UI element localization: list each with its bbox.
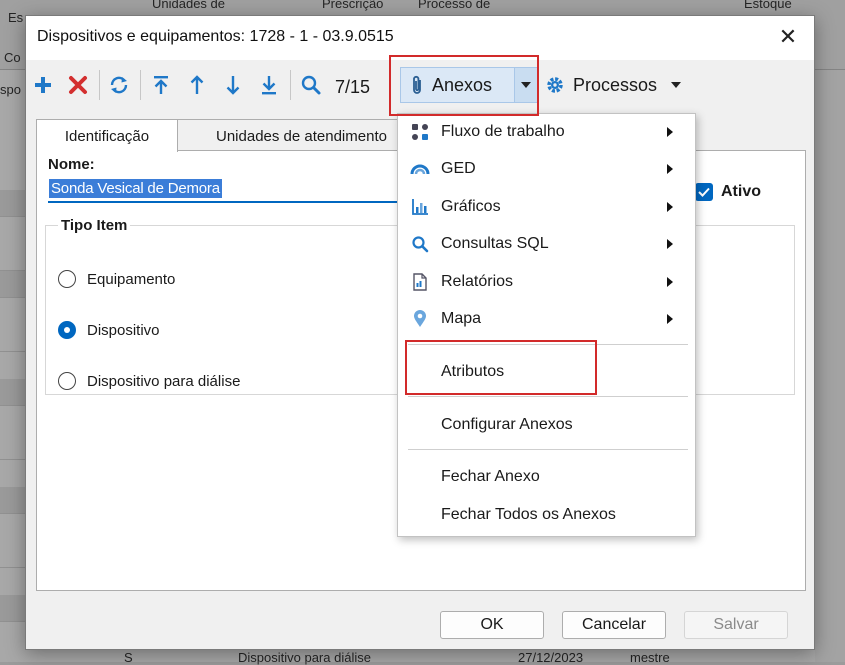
anexos-menu: Fluxo de trabalho GED Gráficos Consultas… <box>397 113 696 537</box>
toolbar: 7/15 Anexos Processos <box>26 64 814 108</box>
menu-item-atributos[interactable]: Atributos <box>398 354 695 390</box>
menu-separator <box>408 449 688 450</box>
checkmark-icon <box>698 187 710 197</box>
radio-dispositivo-para-dialise[interactable]: Dispositivo para diálise <box>58 370 240 392</box>
anexos-dropdown-toggle[interactable] <box>514 68 537 102</box>
close-button[interactable]: ✕ <box>776 25 800 49</box>
radio-dispositivo[interactable]: Dispositivo <box>58 319 160 341</box>
caret-down-icon <box>521 82 531 88</box>
menu-item-label: Relatórios <box>441 273 514 290</box>
menu-item-fechar-todos-os-anexos[interactable]: Fechar Todos os Anexos <box>398 497 695 533</box>
report-icon <box>410 272 430 292</box>
toolbar-separator <box>290 70 291 100</box>
search-button[interactable] <box>296 70 326 100</box>
menu-separator <box>408 344 688 345</box>
plus-icon <box>35 77 51 93</box>
menu-item-label: Mapa <box>441 310 482 327</box>
workflow-icon <box>410 122 430 142</box>
arrow-down-icon <box>226 76 240 95</box>
menu-separator <box>408 396 688 397</box>
menu-item-label: Fechar Anexo <box>441 468 540 485</box>
nome-label: Nome: <box>48 156 95 173</box>
previous-record-button[interactable] <box>182 70 212 100</box>
radio-equipamento[interactable]: Equipamento <box>58 268 175 290</box>
next-record-button[interactable] <box>218 70 248 100</box>
cancel-button[interactable]: Cancelar <box>562 611 666 639</box>
anexos-split-button: Anexos <box>400 67 538 103</box>
menu-item-label: GED <box>441 160 476 177</box>
radio-label: Equipamento <box>87 270 176 288</box>
toolbar-separator <box>140 70 141 100</box>
refresh-icon <box>110 76 128 94</box>
menu-item-relatorios[interactable]: Relatórios <box>398 264 695 300</box>
caret-down-icon <box>671 82 682 88</box>
processos-label: Processos <box>573 74 658 95</box>
tipo-item-title: Tipo Item <box>58 217 131 234</box>
menu-item-consultas-sql[interactable]: Consultas SQL <box>398 226 695 262</box>
search-icon <box>301 75 321 95</box>
submenu-arrow-icon <box>667 127 681 137</box>
delete-x-icon <box>69 76 87 94</box>
menu-item-mapa[interactable]: Mapa <box>398 301 695 337</box>
anexos-label: Anexos <box>432 74 493 95</box>
ativo-label: Ativo <box>721 183 761 200</box>
ok-button[interactable]: OK <box>440 611 544 639</box>
arrow-up-icon <box>190 75 204 94</box>
ativo-checkbox[interactable] <box>695 183 713 201</box>
nome-value[interactable]: Sonda Vesical de Demora <box>49 179 222 198</box>
map-pin-icon <box>410 309 430 329</box>
radio-label: Dispositivo para diálise <box>87 372 241 390</box>
menu-item-label: Configurar Anexos <box>441 416 573 433</box>
dialog-titlebar: Dispositivos e equipamentos: 1728 - 1 - … <box>26 16 814 60</box>
dialog-title: Dispositivos e equipamentos: 1728 - 1 - … <box>37 28 394 45</box>
tab-identificacao[interactable]: Identificação <box>36 119 178 152</box>
menu-item-label: Fluxo de trabalho <box>441 123 565 140</box>
menu-item-label: Gráficos <box>441 198 501 215</box>
gear-icon <box>547 77 563 93</box>
submenu-arrow-icon <box>667 239 681 249</box>
arrow-top-icon <box>154 76 168 94</box>
first-record-button[interactable] <box>146 70 176 100</box>
menu-item-ged[interactable]: GED <box>398 151 695 187</box>
add-button[interactable] <box>28 70 58 100</box>
chart-icon <box>410 197 430 217</box>
anexos-button[interactable]: Anexos <box>401 68 515 102</box>
menu-item-fluxo-de-trabalho[interactable]: Fluxo de trabalho <box>398 114 695 150</box>
delete-button[interactable] <box>63 70 93 100</box>
processos-button[interactable]: Processos <box>541 67 691 103</box>
arrow-bottom-icon <box>262 76 276 95</box>
toolbar-separator <box>99 70 100 100</box>
ged-icon <box>410 159 430 179</box>
menu-item-configurar-anexos[interactable]: Configurar Anexos <box>398 407 695 443</box>
submenu-arrow-icon <box>667 164 681 174</box>
radio-label: Dispositivo <box>87 321 160 339</box>
radio-button[interactable] <box>58 372 76 390</box>
radio-button[interactable] <box>58 321 76 339</box>
menu-item-label: Fechar Todos os Anexos <box>441 506 616 523</box>
save-button[interactable]: Salvar <box>684 611 788 639</box>
submenu-arrow-icon <box>667 202 681 212</box>
record-counter: 7/15 <box>335 77 371 97</box>
menu-item-fechar-anexo[interactable]: Fechar Anexo <box>398 459 695 495</box>
paperclip-icon <box>413 75 421 94</box>
refresh-button[interactable] <box>104 70 134 100</box>
submenu-arrow-icon <box>667 277 681 287</box>
last-record-button[interactable] <box>254 70 284 100</box>
menu-item-graficos[interactable]: Gráficos <box>398 189 695 225</box>
radio-button[interactable] <box>58 270 76 288</box>
search-icon <box>410 234 430 254</box>
menu-item-label: Consultas SQL <box>441 235 549 252</box>
submenu-arrow-icon <box>667 314 681 324</box>
menu-item-label: Atributos <box>441 363 505 380</box>
